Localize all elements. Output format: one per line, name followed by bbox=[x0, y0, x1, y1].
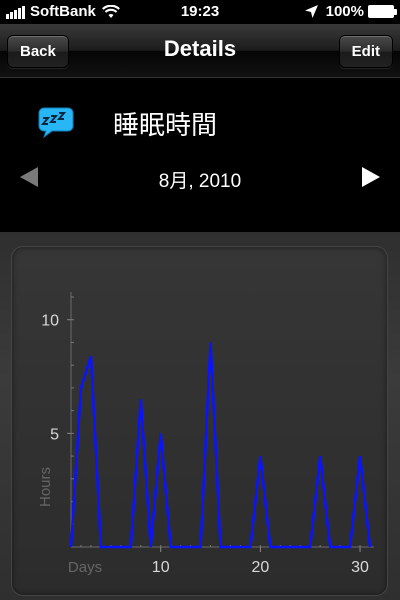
series-line bbox=[69, 342, 372, 549]
y-tick-label: 10 bbox=[41, 313, 59, 330]
x-axis-label: Days bbox=[68, 559, 102, 576]
chart-area: 10 20 30 5 10 Days Hours bbox=[0, 232, 400, 600]
metric-title: 睡眠時間 bbox=[113, 111, 218, 141]
y-tick-label: 5 bbox=[50, 426, 59, 443]
edit-button[interactable]: Edit bbox=[338, 35, 393, 68]
sleep-bubble-icon bbox=[38, 107, 74, 138]
chart-panel: 10 20 30 5 10 Days Hours bbox=[11, 246, 388, 596]
battery-percent: 100% bbox=[325, 3, 364, 20]
location-arrow-icon bbox=[304, 5, 318, 18]
detail-header: 睡眠時間 8月, 2010 bbox=[0, 79, 400, 232]
x-tick-label: 10 bbox=[152, 559, 170, 576]
y-axis-label: Hours bbox=[37, 467, 54, 507]
x-tick-label: 20 bbox=[251, 559, 269, 576]
battery-icon bbox=[368, 5, 397, 18]
navigation-bar: Back Details Edit bbox=[0, 24, 400, 78]
status-bar: SoftBank 19:23 100% bbox=[0, 0, 400, 24]
x-tick-label: 30 bbox=[351, 559, 369, 576]
sleep-hours-chart: 10 20 30 5 10 Days Hours bbox=[37, 292, 374, 576]
next-month-arrow-icon[interactable] bbox=[362, 167, 380, 187]
month-label: 8月, 2010 bbox=[158, 171, 242, 192]
